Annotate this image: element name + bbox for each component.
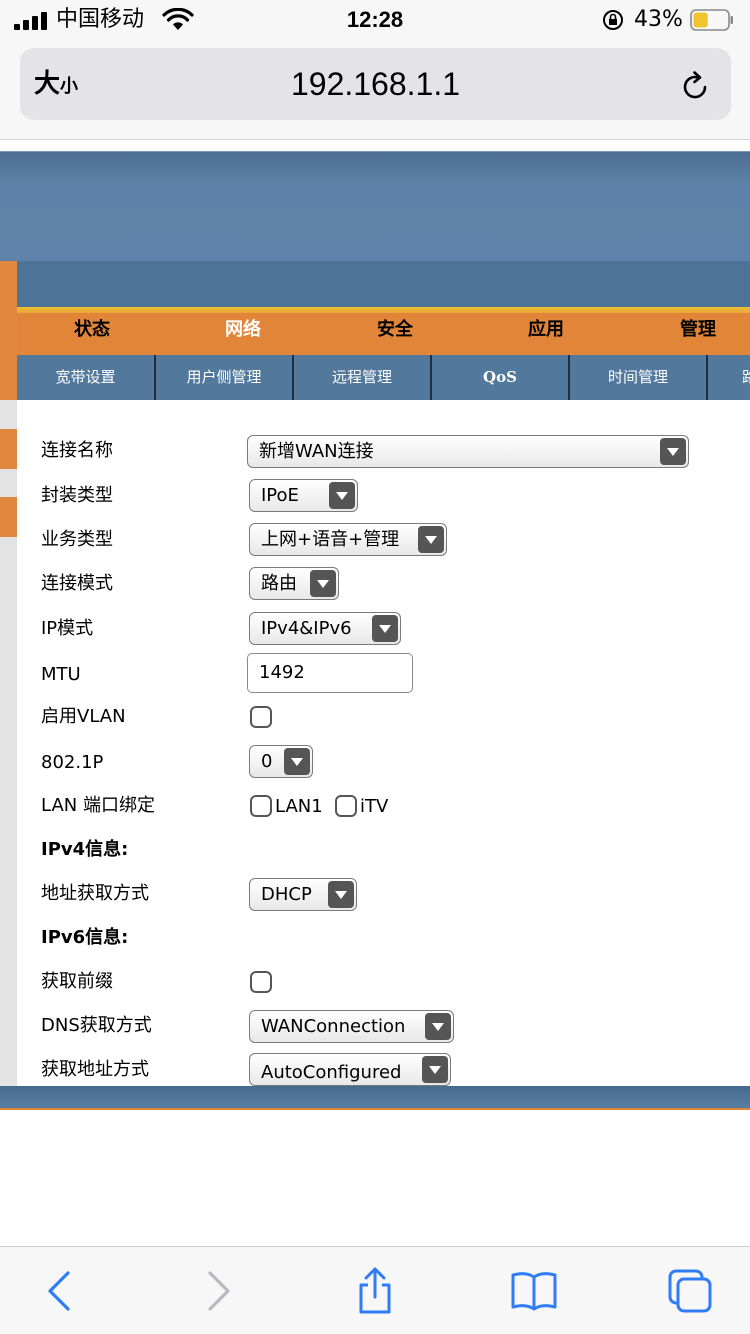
connection-name-label: 连接名称 — [41, 440, 113, 461]
main-nav-status[interactable]: 状态 — [74, 313, 110, 347]
orientation-lock-icon — [603, 10, 623, 30]
url-text[interactable]: 192.168.1.1 — [20, 64, 731, 104]
sub-nav-time[interactable]: 时间管理 — [570, 355, 708, 400]
connection-mode-label: 连接模式 — [41, 573, 113, 594]
ipv6-address-mode-select[interactable]: AutoConfigured — [249, 1053, 451, 1086]
ipv4-section-header: IPv4信息: — [41, 839, 129, 860]
chevron-down-icon — [310, 570, 336, 597]
tabs-icon[interactable] — [666, 1267, 714, 1315]
service-type-select[interactable]: 上网+语音+管理 — [249, 523, 447, 556]
mtu-input[interactable]: 1492 — [247, 653, 413, 693]
chevron-down-icon — [660, 438, 686, 465]
sub-nav-qos[interactable]: QoS — [432, 355, 570, 400]
page-footer-bar — [0, 1086, 750, 1110]
header-banner — [0, 151, 750, 261]
sub-nav: 宽带设置 用户侧管理 远程管理 QoS 时间管理 路 — [17, 355, 750, 400]
dot1p-select[interactable]: 0 — [249, 745, 313, 778]
battery-percent: 43% — [634, 7, 683, 32]
main-nav-management[interactable]: 管理 — [680, 313, 716, 347]
dns-mode-label: DNS获取方式 — [41, 1015, 152, 1036]
ipv4-address-mode-label: 地址获取方式 — [41, 883, 149, 904]
mtu-label: MTU — [41, 664, 81, 685]
encapsulation-select[interactable]: IPoE — [249, 479, 358, 512]
chevron-down-icon — [425, 1013, 451, 1040]
service-type-label: 业务类型 — [41, 529, 113, 550]
chevron-down-icon — [418, 526, 444, 553]
side-tab-1[interactable] — [0, 429, 17, 469]
sub-nav-user-side[interactable]: 用户侧管理 — [156, 355, 294, 400]
chevron-down-icon — [328, 881, 354, 908]
address-bar[interactable]: 大小 192.168.1.1 — [20, 48, 731, 120]
reload-icon[interactable] — [678, 70, 712, 104]
main-nav-security[interactable]: 安全 — [377, 313, 413, 347]
chevron-down-icon — [372, 615, 398, 642]
enable-vlan-checkbox[interactable] — [250, 706, 272, 728]
status-bar: 中国移动 12:28 43% — [0, 0, 750, 40]
enable-vlan-label: 启用VLAN — [41, 706, 126, 727]
ip-mode-select[interactable]: IPv4&IPv6 — [249, 612, 401, 645]
browser-toolbar — [0, 1246, 750, 1334]
ipv6-address-mode-label: 获取地址方式 — [41, 1059, 149, 1080]
sub-nav-route[interactable]: 路 — [708, 355, 750, 400]
lan-binding-label: LAN 端口绑定 — [41, 795, 155, 816]
chevron-down-icon — [422, 1056, 448, 1083]
main-nav-network[interactable]: 网络 — [225, 313, 261, 347]
ip-mode-label: IP模式 — [41, 618, 94, 639]
share-icon[interactable] — [353, 1267, 397, 1315]
main-nav: 状态 网络 安全 应用 管理 — [17, 313, 750, 355]
connection-name-select[interactable]: 新增WAN连接 — [247, 435, 689, 468]
encapsulation-label: 封装类型 — [41, 485, 113, 506]
connection-mode-select[interactable]: 路由 — [249, 567, 339, 600]
ipv4-address-mode-select[interactable]: DHCP — [249, 878, 357, 911]
bookmarks-icon[interactable] — [510, 1267, 558, 1315]
get-prefix-label: 获取前缀 — [41, 971, 113, 992]
sub-nav-broadband[interactable]: 宽带设置 — [17, 355, 156, 400]
ipv6-section-header: IPv6信息: — [41, 927, 129, 948]
main-nav-application[interactable]: 应用 — [528, 313, 564, 347]
back-icon[interactable] — [38, 1267, 82, 1315]
lan1-checkbox[interactable] — [250, 795, 272, 817]
sub-nav-remote[interactable]: 远程管理 — [294, 355, 432, 400]
chevron-down-icon — [329, 482, 355, 509]
battery-icon — [690, 9, 733, 31]
header-banner-lower — [0, 261, 750, 309]
itv-label: iTV — [360, 796, 389, 817]
forward-icon[interactable] — [196, 1267, 240, 1315]
chevron-down-icon — [284, 748, 310, 775]
side-tab-2[interactable] — [0, 497, 17, 537]
browser-top-bar: 大小 192.168.1.1 — [0, 40, 750, 140]
dot1p-label: 802.1P — [41, 752, 104, 773]
dns-mode-select[interactable]: WANConnection — [249, 1010, 454, 1043]
itv-checkbox[interactable] — [335, 795, 357, 817]
lan1-label: LAN1 — [275, 796, 323, 817]
get-prefix-checkbox[interactable] — [250, 971, 272, 993]
